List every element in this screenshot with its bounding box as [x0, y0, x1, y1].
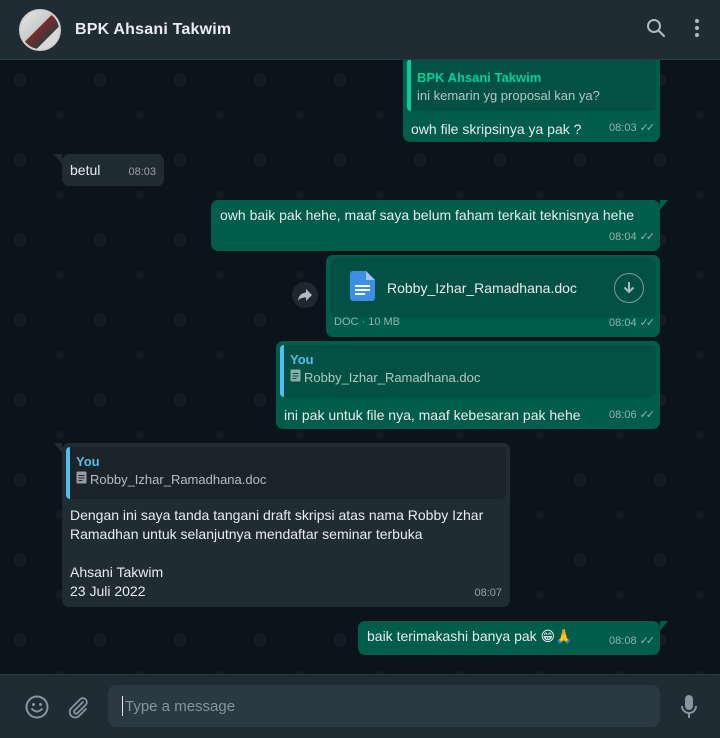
message-outgoing[interactable]: You Robby_Izhar_Ramadhana.doc ini pak un… — [276, 341, 660, 429]
double-check-icon: ✓✓ — [639, 635, 656, 647]
chat-header: BPK Ahsani Takwim — [0, 0, 720, 60]
quoted-message[interactable]: You Robby_Izhar_Ramadhana.doc — [66, 447, 506, 499]
double-check-icon: ✓✓ — [639, 122, 656, 134]
message-incoming[interactable]: betul 08:03 — [54, 154, 164, 186]
message-time: 08:04 — [609, 317, 637, 329]
search-icon[interactable] — [646, 18, 666, 38]
message-outgoing[interactable]: BPK Ahsani Takwim ini kemarin yg proposa… — [403, 60, 660, 142]
message-text: Ramadhan untuk selanjutnya mendaftar sem… — [70, 526, 423, 542]
avatar[interactable] — [19, 8, 61, 51]
text-caret — [122, 696, 123, 716]
document-name: Robby_Izhar_Ramadhana.doc — [387, 279, 577, 296]
emoji: 😁🙏 — [540, 629, 573, 645]
quoted-file-name: Robby_Izhar_Ramadhana.doc — [304, 370, 481, 385]
document-icon — [350, 270, 375, 306]
double-check-icon: ✓✓ — [639, 231, 656, 243]
quoted-text: ini kemarin yg proposal kan ya? — [417, 88, 600, 103]
mic-icon[interactable] — [680, 694, 698, 725]
message-text: owh baik pak hehe, maaf saya belum faham… — [220, 207, 635, 223]
forward-icon[interactable] — [292, 282, 318, 308]
download-icon[interactable] — [614, 273, 644, 303]
double-check-icon: ✓✓ — [639, 409, 656, 421]
message-time: 08:06 — [609, 409, 637, 421]
chat-area: BPK Ahsani Takwim ini kemarin yg proposa… — [0, 60, 720, 674]
emoji-icon[interactable] — [25, 695, 49, 724]
quoted-message[interactable]: You Robby_Izhar_Ramadhana.doc — [280, 345, 656, 397]
message-time: 08:03 — [128, 166, 156, 178]
input-placeholder: Type a message — [125, 697, 236, 715]
document-message[interactable]: Robby_Izhar_Ramadhana.doc DOC · 10 MB 08… — [326, 255, 660, 337]
quoted-message[interactable]: BPK Ahsani Takwim ini kemarin yg proposa… — [407, 60, 656, 111]
message-body: Dengan ini saya tanda tangani draft skri… — [66, 499, 506, 601]
document-card[interactable]: Robby_Izhar_Ramadhana.doc — [330, 259, 656, 317]
message-text: Dengan ini saya tanda tangani draft skri… — [70, 507, 484, 523]
contact-name[interactable]: BPK Ahsani Takwim — [75, 21, 231, 39]
message-outgoing[interactable]: owh baik pak hehe, maaf saya belum faham… — [211, 200, 668, 251]
quoted-sender: BPK Ahsani Takwim — [417, 70, 542, 85]
quoted-file-name: Robby_Izhar_Ramadhana.doc — [90, 472, 267, 487]
attach-icon[interactable] — [66, 695, 90, 724]
composer: Type a message — [0, 674, 720, 738]
message-text: 23 Juli 2022 — [70, 583, 146, 599]
document-icon — [76, 471, 87, 489]
message-time: 08:04 — [609, 231, 637, 243]
document-info: DOC · 10 MB — [334, 316, 401, 328]
message-text: Ahsani Takwim — [70, 564, 164, 580]
quoted-sender: You — [76, 454, 100, 469]
message-text: ini pak untuk file nya, maaf kebesaran p… — [284, 407, 581, 423]
message-time: 08:03 — [609, 122, 637, 134]
message-time: 08:07 — [474, 587, 502, 599]
message-time: 08:08 — [609, 635, 637, 647]
message-input[interactable]: Type a message — [108, 685, 660, 727]
menu-icon[interactable] — [694, 18, 700, 38]
message-text: betul — [70, 162, 101, 178]
message-incoming[interactable]: You Robby_Izhar_Ramadhana.doc Dengan ini… — [54, 443, 510, 607]
message-outgoing[interactable]: baik terimakashi banya pak 😁🙏 08:08 ✓✓ — [358, 621, 668, 655]
double-check-icon: ✓✓ — [639, 317, 656, 329]
message-text: baik terimakashi banya pak — [367, 628, 537, 644]
quoted-sender: You — [290, 352, 314, 367]
document-icon — [290, 369, 301, 387]
